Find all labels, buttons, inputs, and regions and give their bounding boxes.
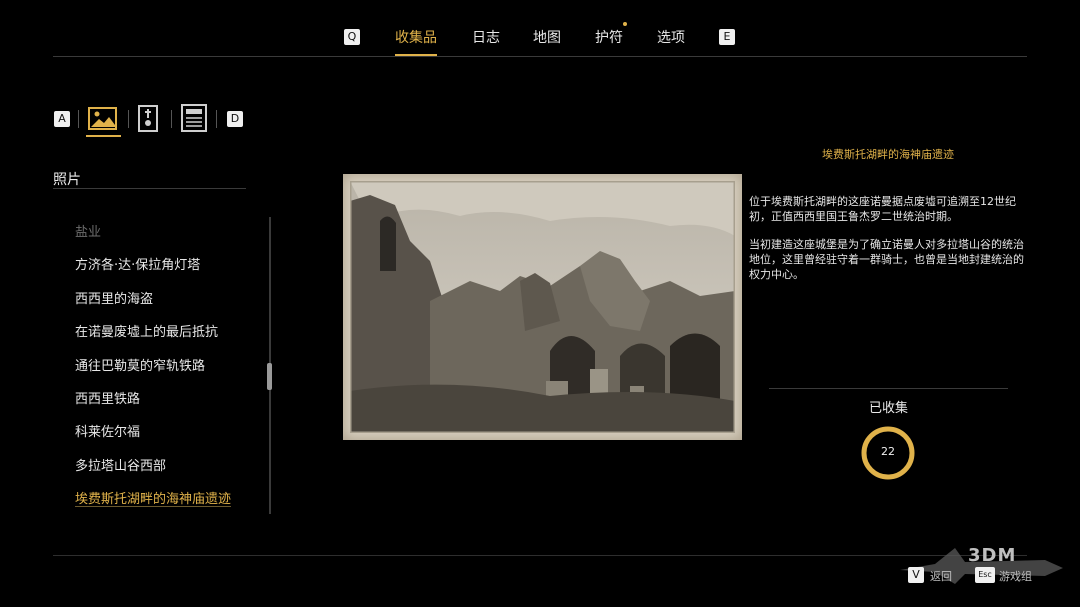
tab-options[interactable]: 选项 (657, 27, 685, 47)
list-item[interactable]: 科莱佐尔福 (75, 421, 140, 440)
item-title: 埃费斯托湖畔的海神庙遗迹 (822, 148, 954, 161)
footer-divider (53, 555, 1027, 556)
ruins-photo-image (348, 179, 737, 435)
active-category-underline (86, 135, 121, 137)
tab-map[interactable]: 地图 (533, 27, 561, 47)
tab-journal[interactable]: 日志 (472, 27, 500, 47)
selected-item-underline (75, 506, 231, 507)
next-tab-key[interactable]: E (719, 29, 735, 45)
next-category-key[interactable]: D (227, 111, 243, 127)
list-item[interactable]: 西西里铁路 (75, 388, 140, 407)
scrollbar-thumb[interactable] (267, 363, 272, 390)
category-separator (216, 110, 217, 128)
category-separator (78, 110, 79, 128)
prev-category-key[interactable]: A (54, 111, 70, 127)
collected-count: 22 (881, 445, 895, 458)
header-divider (53, 56, 1027, 57)
esc-key[interactable]: Esc (975, 567, 995, 583)
prev-tab-key[interactable]: Q (344, 29, 360, 45)
category-separator (171, 110, 172, 128)
list-item[interactable]: 盐业 (75, 221, 101, 240)
back-key[interactable]: V (908, 567, 924, 583)
collected-divider (769, 388, 1008, 389)
section-title: 照片 (53, 172, 81, 188)
tab-collectibles[interactable]: 收集品 (395, 27, 437, 47)
section-divider (53, 188, 246, 189)
collectible-photo (343, 174, 742, 440)
tombstone-icon[interactable] (135, 103, 167, 133)
notification-dot (623, 22, 627, 26)
esc-label: 游戏组 (999, 570, 1032, 583)
list-item[interactable]: 西西里的海盗 (75, 288, 153, 307)
tab-charms[interactable]: 护符 (595, 27, 623, 47)
photo-icon[interactable] (87, 103, 119, 133)
list-item[interactable]: 多拉塔山谷西部 (75, 455, 166, 474)
list-item[interactable]: 通往巴勒莫的窄轨铁路 (75, 355, 205, 374)
back-label: 返回 (930, 570, 952, 583)
category-separator (128, 110, 129, 128)
document-icon[interactable] (179, 103, 211, 133)
list-item[interactable]: 方济各·达·保拉角灯塔 (75, 254, 200, 273)
collected-label: 已收集 (868, 401, 908, 416)
item-description-paragraph: 当初建造这座城堡是为了确立诺曼人对多拉塔山谷的统治地位，这里曾经驻守着一群骑士，… (749, 238, 1024, 281)
list-item-selected[interactable]: 埃费斯托湖畔的海神庙遗迹 (75, 488, 231, 507)
watermark-text: 3DM (968, 545, 1017, 566)
list-item[interactable]: 在诺曼废墟上的最后抵抗 (75, 321, 218, 340)
item-description-paragraph: 位于埃费斯托湖畔的这座诺曼据点废墟可追溯至12世纪初，正值西西里国王鲁杰罗二世统… (749, 195, 1016, 223)
